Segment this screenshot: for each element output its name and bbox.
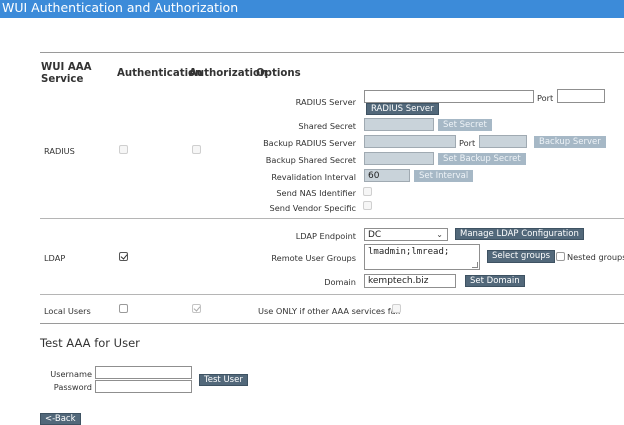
local-users-authentication-checkbox[interactable] xyxy=(119,304,128,313)
backup-port-input[interactable] xyxy=(479,135,527,148)
revalidation-interval-input[interactable]: 60 xyxy=(364,169,410,182)
send-vendor-specific-label: Send Vendor Specific xyxy=(269,203,356,213)
local-users-authorization-checkbox[interactable] xyxy=(192,304,201,313)
resize-handle-icon[interactable] xyxy=(472,262,478,268)
domain-input[interactable]: kemptech.biz xyxy=(364,274,456,288)
set-domain-button[interactable]: Set Domain xyxy=(465,275,525,287)
remote-user-groups-label: Remote User Groups xyxy=(271,253,356,263)
backup-server-button[interactable]: Backup Server xyxy=(534,136,606,148)
password-input[interactable] xyxy=(95,380,192,393)
username-input[interactable] xyxy=(95,366,192,379)
chevron-down-icon: ⌄ xyxy=(436,230,443,239)
test-aaa-section-title: Test AAA for User xyxy=(40,336,140,350)
table-bottom-divider xyxy=(40,323,624,324)
nested-groups-checkbox[interactable] xyxy=(556,252,565,261)
ldap-row-label: LDAP xyxy=(44,253,66,263)
set-secret-button[interactable]: Set Secret xyxy=(438,119,492,131)
backup-port-label: Port xyxy=(459,138,476,148)
table-top-divider xyxy=(40,52,624,53)
ldap-authentication-checkbox[interactable] xyxy=(119,252,128,261)
page-title: WUI Authentication and Authorization xyxy=(2,0,239,15)
password-label: Password xyxy=(53,382,92,392)
ldap-local-divider xyxy=(40,294,624,295)
radius-port-label: Port xyxy=(537,93,554,103)
shared-secret-input[interactable] xyxy=(364,118,434,131)
backup-radius-server-label: Backup RADIUS Server xyxy=(263,138,356,148)
select-groups-button[interactable]: Select groups xyxy=(487,250,556,263)
backup-shared-secret-input[interactable] xyxy=(364,152,434,165)
radius-server-label: RADIUS Server xyxy=(295,97,356,107)
column-header-service: WUI AAA Service xyxy=(41,62,92,85)
backup-radius-server-input[interactable] xyxy=(364,135,456,148)
column-header-options: Options xyxy=(256,68,301,79)
test-user-button[interactable]: Test User xyxy=(199,374,248,386)
revalidation-interval-label: Revalidation Interval xyxy=(271,172,356,182)
shared-secret-label: Shared Secret xyxy=(298,121,356,131)
radius-authorization-checkbox[interactable] xyxy=(192,145,201,154)
radius-ldap-divider xyxy=(40,218,624,219)
backup-shared-secret-label: Backup Shared Secret xyxy=(265,155,356,165)
radius-authentication-checkbox[interactable] xyxy=(119,145,128,154)
domain-label: Domain xyxy=(324,277,356,287)
remote-user-groups-textarea[interactable]: lmadmin;lmread; xyxy=(364,244,480,270)
remote-user-groups-value: lmadmin;lmread; xyxy=(368,247,450,257)
manage-ldap-configuration-button[interactable]: Manage LDAP Configuration xyxy=(455,228,584,240)
username-label: Username xyxy=(50,369,92,379)
radius-port-input[interactable] xyxy=(557,89,605,103)
ldap-endpoint-label: LDAP Endpoint xyxy=(295,231,356,241)
ldap-endpoint-select[interactable]: DC ⌄ xyxy=(364,228,448,241)
send-nas-identifier-checkbox[interactable] xyxy=(363,187,372,196)
ldap-endpoint-value: DC xyxy=(368,230,382,240)
radius-server-button[interactable]: RADIUS Server xyxy=(366,103,439,115)
radius-server-input[interactable] xyxy=(364,90,534,103)
set-backup-secret-button[interactable]: Set Backup Secret xyxy=(438,153,526,165)
local-users-row-label: Local Users xyxy=(44,306,91,316)
send-vendor-specific-checkbox[interactable] xyxy=(363,201,372,210)
send-nas-identifier-label: Send NAS Identifier xyxy=(276,188,356,198)
use-only-if-fail-label: Use ONLY if other AAA services fail xyxy=(258,306,401,316)
nested-groups-label: Nested groups xyxy=(567,252,624,262)
back-button[interactable]: <-Back xyxy=(40,413,81,425)
set-interval-button[interactable]: Set Interval xyxy=(414,170,474,182)
use-only-if-fail-checkbox[interactable] xyxy=(392,304,401,313)
radius-row-label: RADIUS xyxy=(44,146,75,156)
